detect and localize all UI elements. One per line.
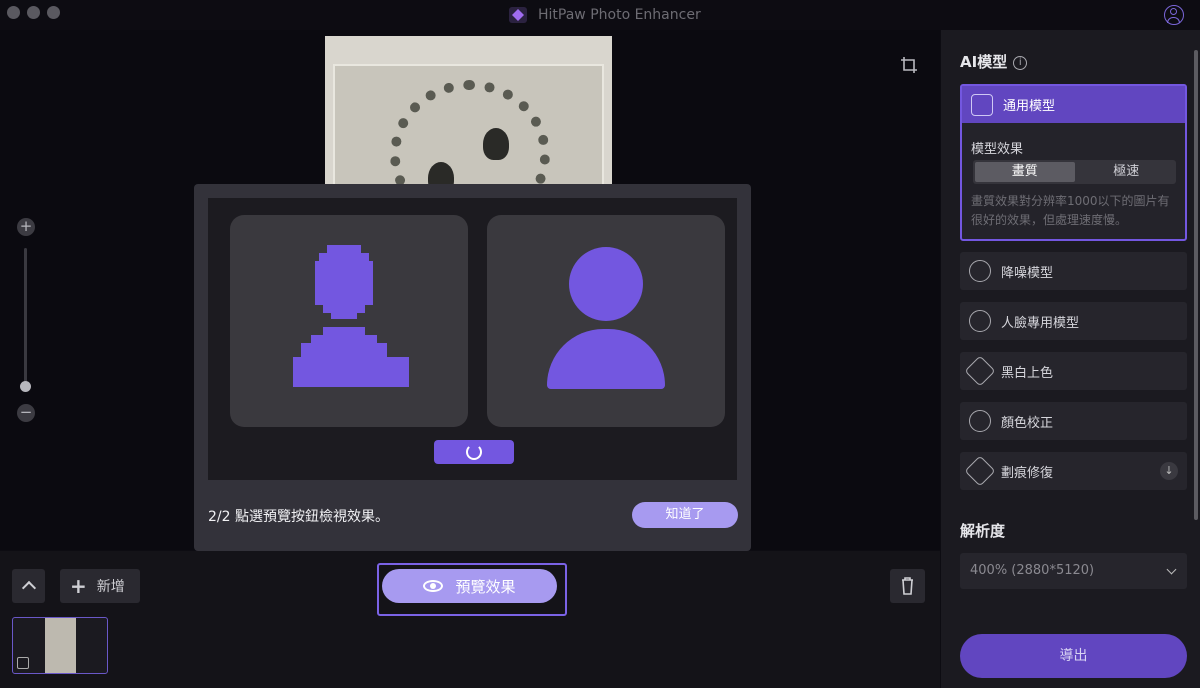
add-button[interactable]: + 新增 xyxy=(60,569,140,603)
trash-icon xyxy=(902,577,913,595)
general-model-label: 通用模型 xyxy=(1003,99,1056,114)
photo-wreath xyxy=(390,80,550,196)
zoom-window-button[interactable] xyxy=(47,6,60,19)
thumbnail-image xyxy=(45,618,76,673)
title-bar: HitPaw Photo Enhancer xyxy=(0,0,1200,30)
resolution-value: 400% (2880*5120) xyxy=(970,563,1095,578)
model-description: 畫質效果對分辨率1000以下的圖片有很好的效果，但處理速度慢。 xyxy=(971,194,1170,227)
tutorial-popover: 2/2 點選預覽按鈕檢視效果。 知道了 xyxy=(194,184,751,551)
download-icon[interactable]: ↓ xyxy=(1160,462,1178,480)
pixel-block xyxy=(293,357,409,387)
model-effect-label: 模型效果 xyxy=(971,142,1024,157)
image-type-icon xyxy=(17,657,29,669)
model-effect-toggle[interactable]: 畫質 極速 xyxy=(973,160,1176,184)
pixel-block xyxy=(319,253,369,261)
photo-frame xyxy=(333,64,604,196)
after-card xyxy=(487,215,725,427)
pixel-block xyxy=(327,245,361,253)
pixel-block xyxy=(301,343,387,357)
model-item-label: 顏色校正 xyxy=(1001,415,1054,431)
before-card xyxy=(230,215,468,427)
ai-models-title: AI模型 xyxy=(960,53,1008,71)
bottom-toolbar: + 新增 預覽效果 xyxy=(0,551,940,688)
crop-icon[interactable] xyxy=(900,56,918,74)
tutorial-illustration xyxy=(208,198,737,480)
resolution-select[interactable]: 400% (2880*5120) xyxy=(960,553,1187,589)
general-model-card[interactable]: 通用模型 模型效果 畫質 極速 畫質效果對分辨率1000以下的圖片有很好的效果，… xyxy=(960,84,1187,241)
model-item-label: 黑白上色 xyxy=(1001,365,1054,381)
eye-icon xyxy=(423,580,444,592)
zoom-out-icon[interactable]: − xyxy=(17,404,35,422)
app-title: HitPaw Photo Enhancer xyxy=(508,5,701,25)
clear-person-head xyxy=(569,247,643,321)
add-button-label: 新增 xyxy=(96,579,125,595)
settings-panel: AI模型 i 通用模型 模型效果 畫質 極速 畫質效果對分辨率1000以下的圖片有… xyxy=(941,30,1200,688)
color-correction-icon xyxy=(969,410,991,432)
got-it-button[interactable]: 知道了 xyxy=(632,502,738,528)
collapse-up-button[interactable] xyxy=(12,569,45,603)
info-icon[interactable]: i xyxy=(1013,55,1028,70)
source-photo xyxy=(325,36,612,196)
app-title-text: HitPaw Photo Enhancer xyxy=(538,7,701,23)
chevron-down-icon xyxy=(1166,564,1177,575)
export-button[interactable]: 導出 xyxy=(960,634,1187,678)
face-icon xyxy=(969,310,991,332)
model-item-label: 劃痕修復 xyxy=(1001,465,1054,481)
ai-models-heading: AI模型 i xyxy=(960,51,1028,72)
image-thumbnail[interactable] xyxy=(12,617,108,674)
pixel-block xyxy=(323,327,365,335)
photo-person-right xyxy=(483,128,509,160)
model-item-label: 降噪模型 xyxy=(1001,265,1054,281)
pixel-block xyxy=(311,335,377,343)
model-item-color-correction[interactable]: 顏色校正 xyxy=(960,402,1187,440)
account-avatar-icon[interactable] xyxy=(1164,5,1184,25)
plus-icon: + xyxy=(70,574,87,598)
close-window-button[interactable] xyxy=(7,6,20,19)
tutorial-message: 2/2 點選預覽按鈕檢視效果。 xyxy=(208,509,389,525)
colorize-icon xyxy=(964,355,996,387)
clear-person-body xyxy=(547,329,665,389)
model-item-scratch-repair[interactable]: 劃痕修復 ↓ xyxy=(960,452,1187,490)
preview-button-label: 預覽效果 xyxy=(455,577,516,596)
loading-spinner-icon xyxy=(434,440,514,464)
zoom-slider[interactable]: + − xyxy=(17,218,35,422)
zoom-track[interactable] xyxy=(24,248,27,388)
general-model-header[interactable]: 通用模型 xyxy=(962,86,1185,123)
resolution-heading: 解析度 xyxy=(960,522,1006,540)
zoom-handle[interactable] xyxy=(20,381,31,392)
speed-option[interactable]: 極速 xyxy=(1077,160,1177,184)
delete-button[interactable] xyxy=(890,569,925,603)
minimize-window-button[interactable] xyxy=(27,6,40,19)
app-logo-icon xyxy=(509,7,527,23)
model-item-colorize[interactable]: 黑白上色 xyxy=(960,352,1187,390)
quality-option[interactable]: 畫質 xyxy=(975,162,1075,182)
pixel-block xyxy=(331,313,357,319)
pixel-block xyxy=(323,305,365,313)
model-item-denoise[interactable]: 降噪模型 xyxy=(960,252,1187,290)
scratch-repair-icon xyxy=(964,455,996,487)
noise-icon xyxy=(969,260,991,282)
panel-scrollbar[interactable] xyxy=(1194,50,1198,520)
zoom-in-icon[interactable]: + xyxy=(17,218,35,236)
image-icon xyxy=(971,93,993,116)
preview-highlight: 預覽效果 xyxy=(377,563,567,616)
model-item-face[interactable]: 人臉專用模型 xyxy=(960,302,1187,340)
pixel-block xyxy=(315,261,373,305)
preview-button[interactable]: 預覽效果 xyxy=(382,569,557,603)
model-item-label: 人臉專用模型 xyxy=(1001,315,1080,331)
